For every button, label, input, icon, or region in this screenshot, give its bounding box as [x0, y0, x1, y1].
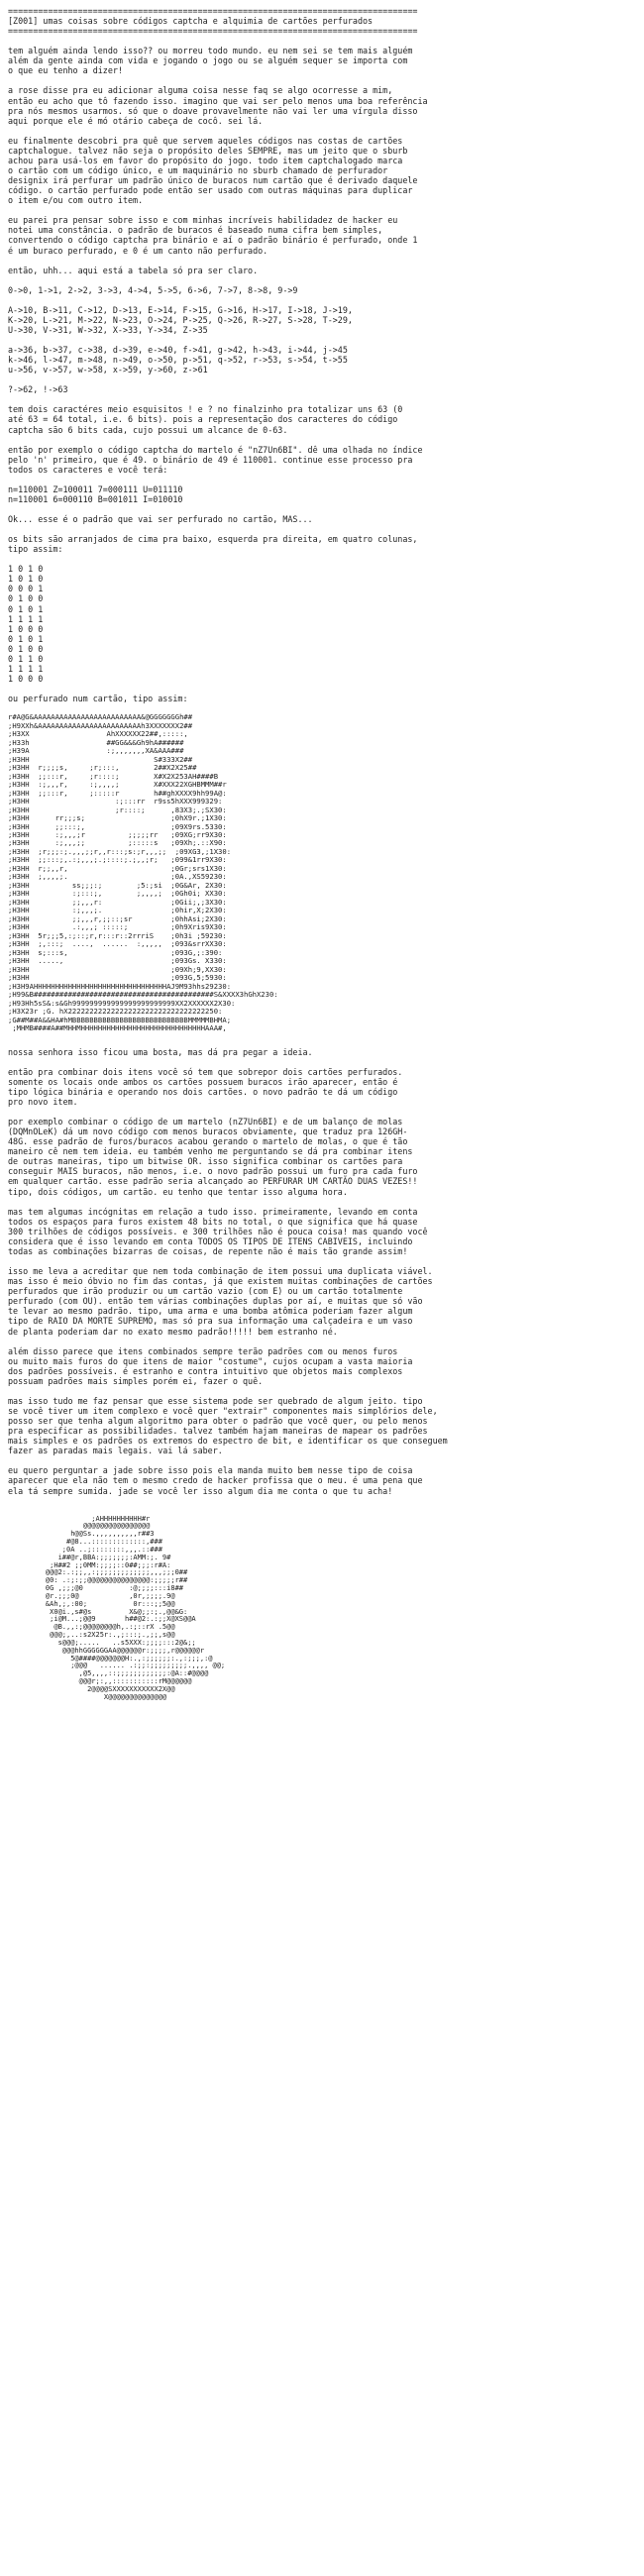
pattern-note: Ok... esse é o padrão que vai ser perfur…: [8, 513, 313, 524]
binary-codes: n=110001 Z=100011 7=000111 U=011110 n=11…: [8, 483, 183, 504]
document-page: ========================================…: [0, 0, 644, 2576]
hammer-example-paragraph: por exemplo combinar o código de um mart…: [8, 1117, 418, 1197]
arrangement-note: os bits são arranjados de cima pra baixo…: [8, 534, 418, 555]
table-symbols: ?->62, !->63: [8, 384, 68, 395]
system-paragraph: mas isso tudo me faz pensar que esse sis…: [8, 1395, 448, 1456]
unknowns-paragraph: mas tem algumas incógnitas em relação a …: [8, 1206, 428, 1256]
face-ascii-art: ;AHHHHHHHHHH#r @@@@@@@@@@@@@@@@ h@@Ss.,,…: [45, 1515, 226, 1701]
header-rule-bottom: ========================================…: [8, 26, 418, 37]
bits-paragraph: tem dois caractéres meio esquisitos ! e …: [8, 404, 403, 435]
patterns-paragraph: além disso parece que itens combinados s…: [8, 1345, 413, 1386]
table-lowercase: a->36, b->37, c->38, d->39, e->40, f->41…: [8, 345, 348, 376]
table-uppercase: A->10, B->11, C->12, D->13, E->14, F->15…: [8, 304, 353, 335]
combine-paragraph: então pra combinar dois itens você só te…: [8, 1066, 403, 1107]
cipher-paragraph: eu parei pra pensar sobre isso e com min…: [8, 215, 418, 256]
punched-card-ascii-art: r#A@G&AAAAAAAAAAAAAAAAAAAAAAAAA&@GGGGGGG…: [8, 713, 278, 1033]
duplicates-paragraph: isso me leva a acreditar que nem toda co…: [8, 1266, 433, 1337]
example-paragraph: então por exemplo o código captcha do ma…: [8, 444, 423, 475]
header-rule-top: ========================================…: [8, 6, 418, 16]
page-title: [Z001] umas coisas sobre códigos captcha…: [8, 16, 374, 27]
card-intro: ou perfurado num cartão, tipo assim:: [8, 694, 188, 704]
table-digits: 0->0, 1->1, 2->2, 3->3, 4->4, 5->5, 6->6…: [8, 284, 298, 295]
intro-paragraph: tem alguém ainda lendo isso?? ou morreu …: [8, 46, 413, 76]
rose-paragraph: a rose disse pra eu adicionar alguma coi…: [8, 85, 428, 126]
bit-grid: 1 0 1 0 1 0 1 0 0 0 0 1 0 1 0 0 0 1 0 1 …: [8, 564, 44, 685]
discovery-paragraph: eu finalmente descobri pra quê que serve…: [8, 135, 418, 206]
card-comment: nossa senhora isso ficou uma bosta, mas …: [8, 1046, 313, 1057]
table-intro: então, uhh... aqui está a tabela só pra …: [8, 265, 259, 275]
jade-paragraph: eu quero perguntar a jade sobre isso poi…: [8, 1465, 423, 1496]
